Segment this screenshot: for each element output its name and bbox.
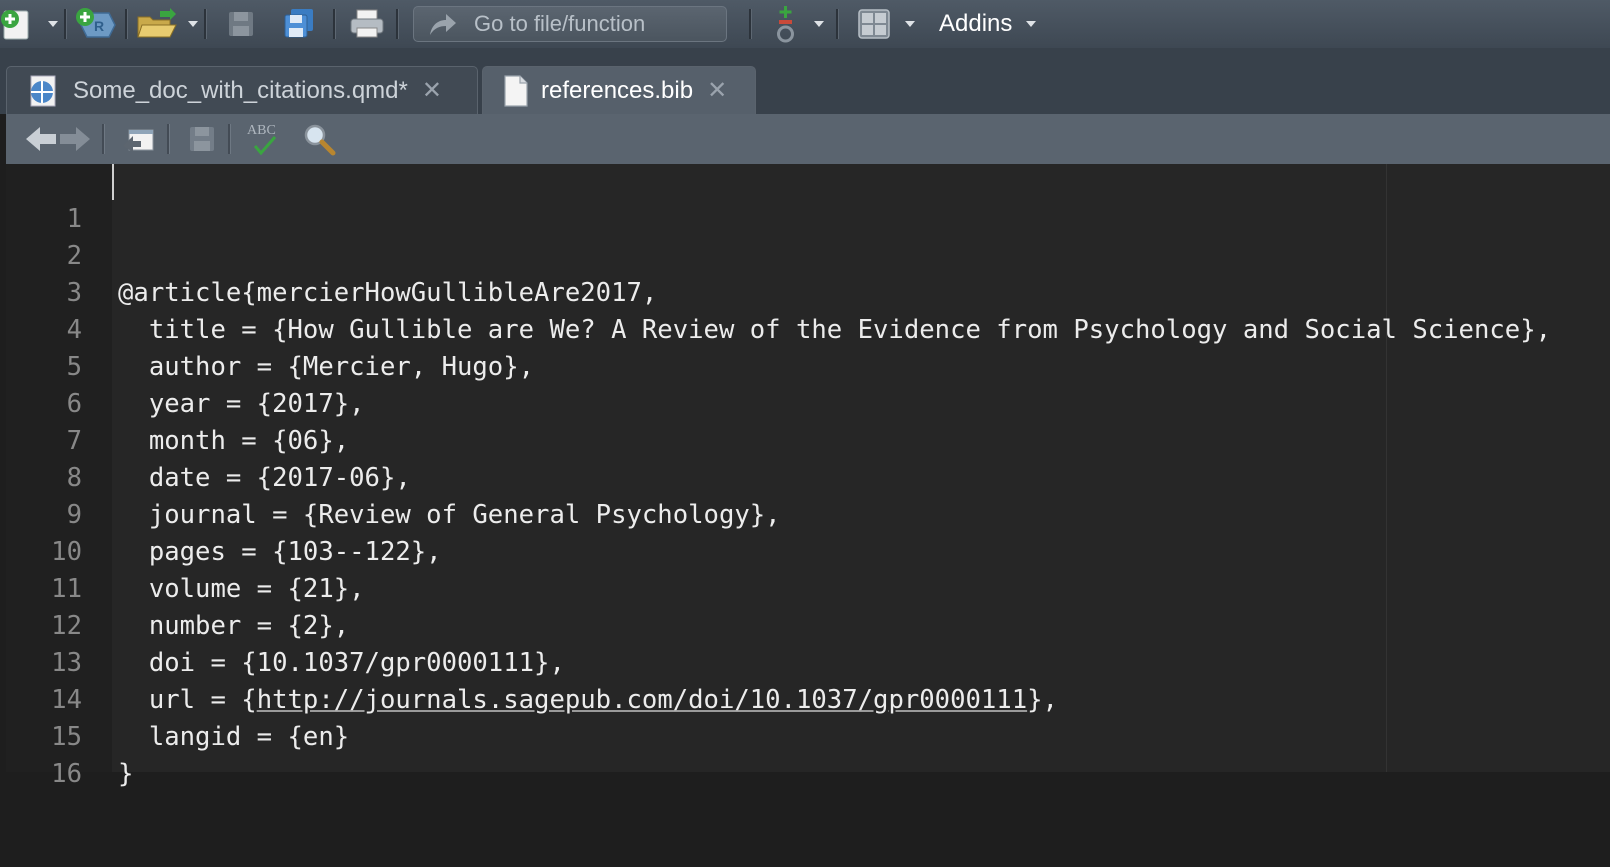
toolbar-separator bbox=[228, 124, 231, 154]
toolbar-separator bbox=[125, 9, 128, 39]
code-line[interactable]: 9 pages = {103--122}, bbox=[6, 460, 1610, 567]
new-file-button[interactable] bbox=[0, 0, 58, 48]
addins-label: Addins bbox=[939, 10, 1013, 37]
go-to-file-function-input[interactable]: Go to file/function bbox=[413, 6, 727, 42]
editor-tab-bar: Some_doc_with_citations.qmd* ✕ reference… bbox=[0, 48, 1610, 114]
addins-dropdown-icon bbox=[1026, 21, 1037, 27]
quarto-file-icon bbox=[30, 75, 56, 106]
open-file-button[interactable] bbox=[134, 0, 198, 48]
new-project-icon: R bbox=[76, 8, 116, 38]
main-toolbar: R Go to file/function Addins bbox=[0, 0, 1610, 49]
editor-toolbar: ABC bbox=[6, 114, 1610, 165]
code-line[interactable]: 11 number = {2}, bbox=[6, 534, 1610, 641]
text-cursor bbox=[112, 164, 114, 200]
code-line[interactable]: 16 bbox=[6, 719, 1610, 789]
tab-references-bib[interactable]: references.bib ✕ bbox=[482, 66, 756, 114]
toolbar-separator bbox=[167, 124, 170, 154]
toolbar-separator bbox=[333, 9, 336, 39]
tab-label: Some_doc_with_citations.qmd* bbox=[73, 76, 408, 104]
toolbar-separator bbox=[102, 124, 105, 154]
code-line[interactable]: 10 volume = {21}, bbox=[6, 497, 1610, 604]
version-control-dropdown-icon[interactable] bbox=[814, 21, 824, 27]
toolbar-separator bbox=[749, 9, 752, 39]
code-line[interactable]: 7 date = {2017-06}, bbox=[6, 386, 1610, 493]
print-icon bbox=[350, 9, 384, 38]
code-line[interactable]: 3 title = {How Gullible are We? A Review… bbox=[6, 238, 1610, 345]
workspace-panes-button[interactable] bbox=[857, 0, 915, 48]
save-all-button[interactable] bbox=[281, 0, 317, 48]
save-icon[interactable] bbox=[186, 123, 218, 155]
code-line[interactable]: 14 langid = {en} bbox=[6, 645, 1610, 752]
open-file-dropdown-icon[interactable] bbox=[188, 21, 198, 27]
tab-some-doc-with-citations[interactable]: Some_doc_with_citations.qmd* ✕ bbox=[6, 66, 478, 114]
save-button[interactable] bbox=[225, 0, 257, 48]
show-in-new-window-icon[interactable] bbox=[121, 124, 157, 154]
addins-menu[interactable]: Addins bbox=[925, 0, 1037, 48]
line-number: 16 bbox=[51, 759, 82, 789]
code-line[interactable]: 13 url = {http://journals.sagepub.com/do… bbox=[6, 608, 1610, 715]
code-line[interactable]: 12 doi = {10.1037/gpr0000111}, bbox=[6, 571, 1610, 678]
toolbar-separator bbox=[836, 9, 839, 39]
print-button[interactable] bbox=[348, 0, 386, 48]
toolbar-separator bbox=[204, 9, 207, 39]
grid-layout-icon bbox=[858, 9, 890, 39]
code-editor[interactable]: 1 2 @article{mercierHowGullibleAre2017, … bbox=[6, 164, 1610, 789]
spellcheck-abc-label: ABC bbox=[247, 123, 276, 138]
goto-arrow-icon bbox=[430, 14, 456, 35]
toolbar-separator bbox=[396, 9, 399, 39]
back-arrow-icon[interactable] bbox=[24, 124, 58, 154]
spellcheck-icon[interactable]: ABC bbox=[245, 120, 289, 158]
save-all-icon bbox=[284, 9, 313, 38]
code-line[interactable]: 1 bbox=[6, 164, 1610, 234]
save-icon bbox=[229, 12, 253, 36]
close-tab-icon[interactable]: ✕ bbox=[707, 76, 727, 105]
code-line[interactable]: 2 @article{mercierHowGullibleAre2017, bbox=[6, 201, 1610, 308]
new-project-button[interactable]: R bbox=[73, 0, 119, 48]
workspace-panes-dropdown-icon[interactable] bbox=[905, 21, 915, 27]
svg-text:R: R bbox=[94, 18, 104, 34]
tab-label: references.bib bbox=[541, 76, 694, 104]
code-line[interactable]: 15 } bbox=[6, 682, 1610, 789]
find-replace-icon[interactable] bbox=[301, 121, 337, 157]
code-line[interactable]: 8 journal = {Review of General Psycholog… bbox=[6, 423, 1610, 530]
open-folder-icon bbox=[137, 8, 177, 38]
text-file-icon bbox=[504, 74, 528, 107]
git-icon bbox=[777, 6, 794, 43]
go-to-file-placeholder: Go to file/function bbox=[474, 11, 646, 36]
new-file-icon bbox=[1, 10, 29, 40]
new-file-dropdown-icon[interactable] bbox=[48, 21, 58, 27]
toolbar-separator bbox=[64, 9, 67, 39]
close-tab-icon[interactable]: ✕ bbox=[422, 76, 442, 105]
code-line[interactable]: 6 month = {06}, bbox=[6, 349, 1610, 456]
forward-arrow-icon[interactable] bbox=[58, 124, 92, 154]
code-line[interactable]: 4 author = {Mercier, Hugo}, bbox=[6, 275, 1610, 382]
code-text: } bbox=[118, 759, 134, 789]
version-control-button[interactable] bbox=[772, 0, 824, 48]
code-line[interactable]: 5 year = {2017}, bbox=[6, 312, 1610, 419]
